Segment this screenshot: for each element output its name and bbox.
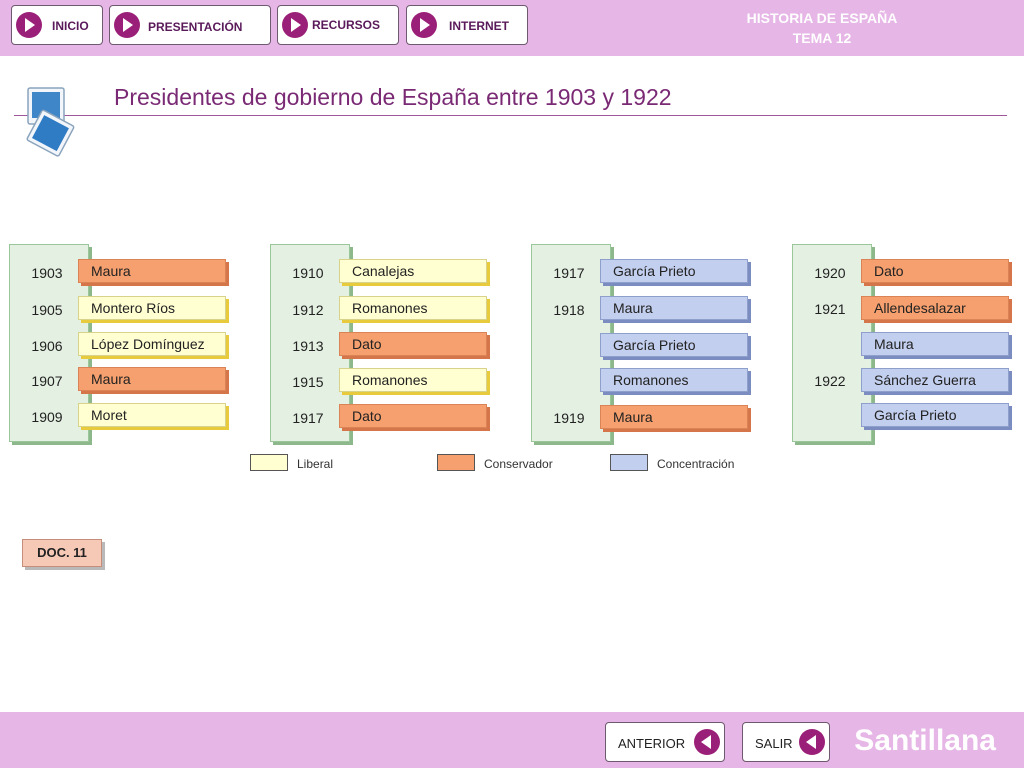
course-unit: TEMA 12 xyxy=(792,30,852,46)
year-label: 1907 xyxy=(31,373,63,389)
year-label: 1918 xyxy=(553,302,585,318)
nav-internet-button[interactable]: INTERNET xyxy=(406,5,528,45)
legend-swatch-conservador xyxy=(437,454,475,471)
president-dato: Dato xyxy=(339,332,487,356)
legend-label-concentracion: Concentración xyxy=(657,457,735,471)
year-label: 1917 xyxy=(553,265,585,281)
page-title: Presidentes de gobierno de España entre … xyxy=(114,84,678,111)
president-romanones: Romanones xyxy=(339,368,487,392)
course-heading: HISTORIA DE ESPAÑA TEMA 12 xyxy=(722,8,922,48)
nav-presentacion-button[interactable]: PRESENTACIÓN xyxy=(109,5,271,45)
year-label: 1912 xyxy=(292,302,324,318)
year-label: 1903 xyxy=(31,265,63,281)
year-label: 1919 xyxy=(553,410,585,426)
legend-swatch-concentracion xyxy=(610,454,648,471)
president-montero-rios: Montero Ríos xyxy=(78,296,226,320)
course-subject: HISTORIA DE ESPAÑA xyxy=(746,10,898,26)
president-maura: Maura xyxy=(861,332,1009,356)
year-label: 1909 xyxy=(31,409,63,425)
president-maura: Maura xyxy=(78,367,226,391)
publisher-logo: Santillana xyxy=(854,724,996,757)
year-label: 1913 xyxy=(292,338,324,354)
anterior-button[interactable]: ANTERIOR xyxy=(605,722,725,762)
nav-inicio-label: INICIO xyxy=(52,19,89,33)
president-maura: Maura xyxy=(600,405,748,429)
president-romanones: Romanones xyxy=(600,368,748,392)
anterior-label: ANTERIOR xyxy=(618,736,686,751)
play-arrow-icon xyxy=(16,12,42,38)
legend-label-liberal: Liberal xyxy=(297,457,334,471)
year-label: 1905 xyxy=(31,302,63,318)
president-romanones: Romanones xyxy=(339,296,487,320)
document-number-badge: DOC. 11 xyxy=(22,539,102,567)
nav-presentacion-label: PRESENTACIÓN xyxy=(148,20,243,34)
legend-swatch-liberal xyxy=(250,454,288,471)
president-canalejas: Canalejas xyxy=(339,259,487,283)
top-navigation-bar: INICIO PRESENTACIÓN RECURSOS INTERNET HI… xyxy=(0,0,1024,56)
president-sanchez-guerra: Sánchez Guerra xyxy=(861,368,1009,392)
salir-label: SALIR xyxy=(755,736,793,751)
presentation-slides-icon xyxy=(26,87,75,157)
play-arrow-icon xyxy=(411,12,437,38)
bottom-navigation-bar: ANTERIOR SALIR Santillana xyxy=(0,712,1024,768)
year-label: 1917 xyxy=(292,410,324,426)
nav-recursos-button[interactable]: RECURSOS xyxy=(277,5,399,45)
president-dato: Dato xyxy=(339,404,487,428)
nav-inicio-button[interactable]: INICIO xyxy=(11,5,103,45)
year-label: 1910 xyxy=(292,265,324,281)
year-label: 1921 xyxy=(814,301,846,317)
president-garcia-prieto: García Prieto xyxy=(600,259,748,283)
play-arrow-icon xyxy=(114,12,140,38)
nav-recursos-label: RECURSOS xyxy=(312,18,381,32)
year-label: 1922 xyxy=(814,373,846,389)
president-maura: Maura xyxy=(600,296,748,320)
title-divider xyxy=(14,115,1007,116)
president-allendesalazar: Allendesalazar xyxy=(861,296,1009,320)
year-label: 1906 xyxy=(31,338,63,354)
salir-button[interactable]: SALIR xyxy=(742,722,830,762)
president-dato: Dato xyxy=(861,259,1009,283)
president-lopez-dominguez: López Domínguez xyxy=(78,332,226,356)
legend-label-conservador: Conservador xyxy=(484,457,553,471)
president-maura: Maura xyxy=(78,259,226,283)
president-moret: Moret xyxy=(78,403,226,427)
nav-internet-label: INTERNET xyxy=(449,19,509,33)
year-label: 1915 xyxy=(292,374,324,390)
year-label: 1920 xyxy=(814,265,846,281)
president-garcia-prieto: García Prieto xyxy=(861,403,1009,427)
play-arrow-icon xyxy=(282,12,308,38)
president-garcia-prieto: García Prieto xyxy=(600,333,748,357)
back-arrow-icon xyxy=(694,729,720,755)
back-arrow-icon xyxy=(799,729,825,755)
